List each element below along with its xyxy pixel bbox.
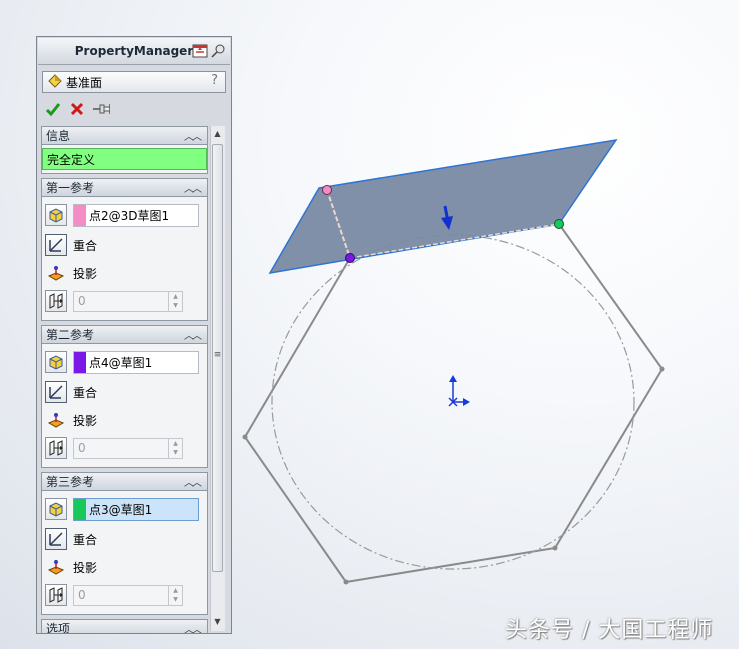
property-manager-panel: PropertyManager 基准面 ? ▲ ≡ ▼ 信息 ︿︿ 完全定义 第… [36, 36, 232, 634]
ok-button[interactable] [44, 100, 62, 118]
third-reference-group: 第三参考 ︿︿ 点3@草图1 重合 投影 0 ▲ ▼ [41, 472, 208, 615]
first-reference-header[interactable]: 第一参考 ︿︿ [42, 179, 207, 197]
cancel-button[interactable] [68, 100, 86, 118]
offset-row-2: 0 ▲ ▼ [45, 436, 183, 460]
third-reference-header[interactable]: 第三参考 ︿︿ [42, 473, 207, 491]
plane-feature-icon [47, 73, 63, 91]
second-reference-group: 第二参考 ︿︿ 点4@草图1 重合 投影 0 ▲ ▼ [41, 325, 208, 468]
project-option-3[interactable]: 投影 [45, 555, 97, 579]
collapse-icon[interactable]: ︿︿ [184, 128, 202, 143]
second-reference-field[interactable]: 点4@草图1 [73, 350, 199, 374]
third-reference-title: 第三参考 [46, 475, 95, 489]
project-option-1[interactable]: 投影 [45, 261, 97, 285]
status-fully-defined: 完全定义 [42, 148, 207, 170]
point-2-marker[interactable] [322, 185, 332, 195]
coincident-label: 重合 [73, 532, 98, 547]
feature-header: 基准面 ? [42, 71, 226, 93]
offset-distance-input[interactable]: 0 ▲ ▼ [73, 290, 183, 312]
reference-entity-icon [45, 351, 67, 373]
options-group: 选项 ︿︿ [41, 619, 208, 634]
project-label: 投影 [73, 266, 98, 281]
offset-distance-input[interactable]: 0 ▲ ▼ [73, 437, 183, 459]
offset-spinner[interactable]: ▲ ▼ [168, 291, 182, 311]
pin-icon[interactable] [210, 43, 226, 59]
third-reference-value: 点3@草图1 [89, 502, 153, 517]
scroll-down-icon[interactable]: ▼ [210, 614, 225, 629]
check-icon [45, 103, 61, 117]
close-icon [70, 102, 84, 116]
project-icon[interactable] [45, 409, 67, 431]
point-3-marker[interactable] [554, 219, 564, 229]
offset-distance-input[interactable]: 0 ▲ ▼ [73, 584, 183, 606]
collapse-icon[interactable]: ︿︿ [184, 474, 202, 489]
offset-spinner[interactable]: ▲ ▼ [168, 438, 182, 458]
dock-icon[interactable] [192, 43, 208, 59]
coincident-icon[interactable] [45, 234, 67, 256]
offset-distance-icon[interactable] [45, 290, 67, 312]
action-bar [44, 99, 110, 119]
feature-name: 基准面 [66, 75, 103, 90]
coincident-icon[interactable] [45, 381, 67, 403]
coincident-option-1[interactable]: 重合 [45, 233, 97, 257]
keep-visible-button[interactable] [92, 100, 110, 118]
collapse-icon[interactable]: ︿︿ [184, 621, 202, 633]
coincident-icon[interactable] [45, 528, 67, 550]
project-option-2[interactable]: 投影 [45, 408, 97, 432]
options-group-title: 选项 [46, 622, 71, 634]
collapse-icon[interactable]: ︿︿ [184, 327, 202, 342]
origin-triad-icon [448, 375, 470, 407]
options-group-header[interactable]: 选项 ︿︿ [42, 620, 207, 634]
offset-row-3: 0 ▲ ▼ [45, 583, 183, 607]
offset-row-1: 0 ▲ ▼ [45, 289, 183, 313]
info-group-title: 信息 [46, 129, 71, 143]
project-label: 投影 [73, 560, 98, 575]
first-reference-field[interactable]: 点2@3D草图1 [73, 203, 199, 227]
first-reference-group: 第一参考 ︿︿ 点2@3D草图1 重合 投影 0 ▲ ▼ [41, 178, 208, 321]
second-reference-header[interactable]: 第二参考 ︿︿ [42, 326, 207, 344]
reference-entity-icon [45, 204, 67, 226]
project-icon[interactable] [45, 556, 67, 578]
coincident-option-3[interactable]: 重合 [45, 527, 97, 551]
watermark: 头条号 / 大国工程师 [505, 618, 714, 643]
scrollbar-grip-icon: ≡ [213, 350, 222, 360]
project-icon[interactable] [45, 262, 67, 284]
second-reference-value: 点4@草图1 [89, 355, 153, 370]
info-group-header[interactable]: 信息 ︿︿ [42, 127, 207, 145]
offset-distance-icon[interactable] [45, 584, 67, 606]
pushpin-icon [93, 104, 110, 114]
third-reference-field[interactable]: 点3@草图1 [73, 497, 199, 521]
coincident-option-2[interactable]: 重合 [45, 380, 97, 404]
info-group: 信息 ︿︿ 完全定义 [41, 126, 208, 174]
third-reference-color-swatch [74, 498, 86, 520]
second-reference-color-swatch [74, 351, 86, 373]
panel-title-bar: PropertyManager [38, 38, 230, 65]
collapse-icon[interactable]: ︿︿ [184, 180, 202, 195]
second-reference-title: 第二参考 [46, 328, 95, 342]
coincident-label: 重合 [73, 385, 98, 400]
first-reference-title: 第一参考 [46, 181, 95, 195]
point-4-marker[interactable] [345, 253, 355, 263]
reference-plane-preview[interactable] [268, 138, 618, 275]
help-icon[interactable]: ? [211, 73, 218, 88]
offset-distance-icon[interactable] [45, 437, 67, 459]
coincident-label: 重合 [73, 238, 98, 253]
project-label: 投影 [73, 413, 98, 428]
scroll-up-icon[interactable]: ▲ [210, 126, 225, 141]
first-reference-value: 点2@3D草图1 [89, 208, 170, 223]
panel-title: PropertyManager [74, 44, 194, 58]
first-reference-color-swatch [74, 204, 86, 226]
offset-spinner[interactable]: ▲ ▼ [168, 585, 182, 605]
reference-entity-icon [45, 498, 67, 520]
